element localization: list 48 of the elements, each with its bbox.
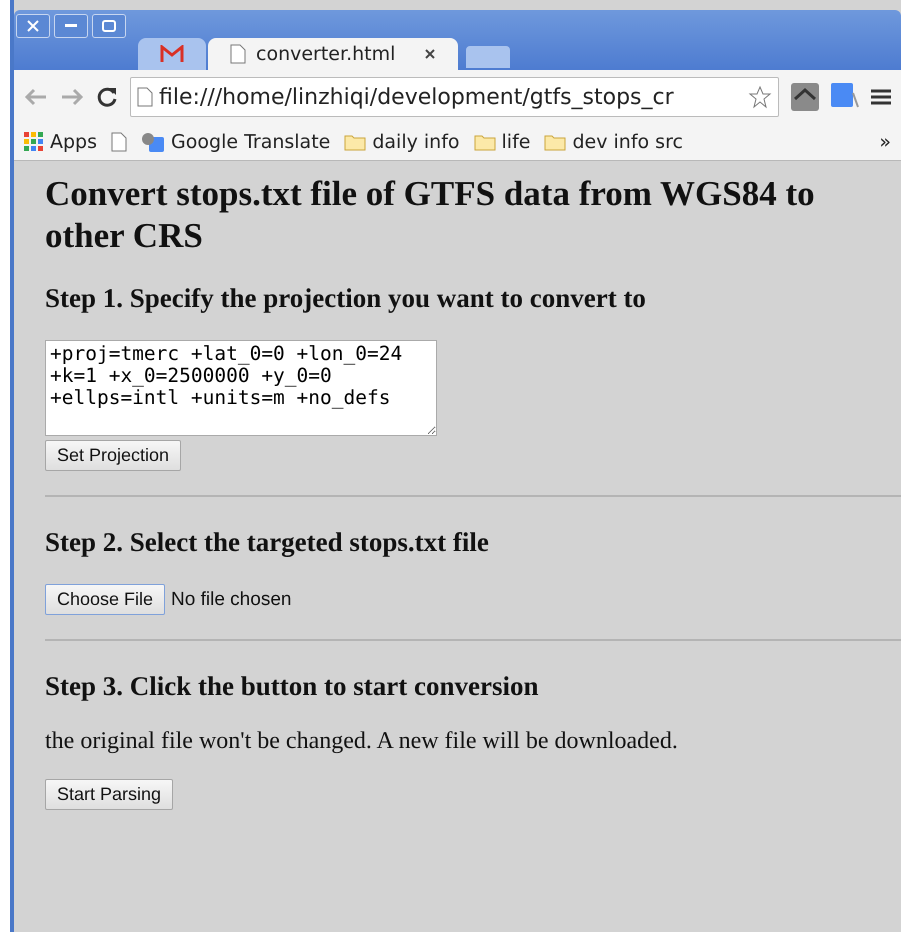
step-heading: Step 1. Specify the projection you want to convert to [45, 283, 647, 314]
bookmark-label: life [502, 131, 530, 153]
maximize-button[interactable] [92, 14, 126, 38]
extension-icon[interactable] [791, 83, 819, 111]
bookmark-item[interactable] [111, 132, 128, 152]
page-icon [111, 132, 128, 152]
choose-file-button[interactable]: Choose File [45, 584, 166, 615]
tab-title: converter.html [256, 43, 396, 65]
step-heading: Step 3. Click the button to start conversion [45, 671, 540, 702]
address-bar[interactable]: file:///home/linzhiqi/development/gtfs_stops_cr [130, 77, 779, 117]
bookmark-item[interactable]: dev info src [544, 131, 683, 153]
star-icon[interactable] [748, 85, 772, 109]
bookmark-item[interactable]: Apps [24, 131, 98, 153]
folder-icon [544, 133, 566, 151]
bookmark-item[interactable]: life [474, 131, 530, 153]
start-parsing-button[interactable]: Start Parsing [45, 779, 174, 810]
browser-tab[interactable]: converter.html [208, 38, 458, 70]
url-text: file:///home/linzhiqi/development/gtfs_stops_cr [159, 84, 675, 110]
set-projection-button[interactable]: Set Projection [45, 440, 182, 471]
apps-grid-icon [24, 132, 44, 152]
back-icon[interactable] [24, 87, 48, 107]
page-icon [230, 44, 246, 64]
note-text: the original file won't be changed. A new file will be downloaded. [45, 728, 679, 755]
close-button[interactable] [16, 14, 50, 38]
folder-icon [474, 133, 496, 151]
reload-icon[interactable] [96, 86, 118, 108]
page-icon [137, 87, 153, 107]
close-icon[interactable] [424, 48, 436, 60]
browser-tab[interactable] [138, 38, 206, 70]
maximize-icon [102, 20, 116, 32]
bookmark-label: Apps [50, 131, 98, 153]
mail-icon [160, 45, 184, 63]
minimize-button[interactable] [54, 14, 88, 38]
file-status: No file chosen [171, 588, 292, 610]
minimize-icon [65, 24, 77, 28]
bookmark-item[interactable]: Google Translate [141, 131, 330, 153]
page-title: Convert stops.txt file of GTFS data from WGS84 to other CRS [45, 173, 816, 257]
projection-field[interactable]: +proj=tmerc +lat_0=0 +lon_0=24 +k=1 +x_0=2500000 +y_0=0 +ellps=intl +units=m +no_defs [45, 340, 437, 436]
folder-icon [344, 133, 366, 151]
bookmark-item[interactable]: daily info [344, 131, 460, 153]
bookmark-label: daily info [372, 131, 460, 153]
menu-icon[interactable] [871, 88, 891, 106]
bookmark-label: Google Translate [171, 131, 330, 153]
more-bookmarks-button[interactable]: » [879, 131, 891, 153]
step-heading: Step 2. Select the targeted stops.txt file [45, 527, 490, 558]
forward-icon[interactable] [60, 87, 84, 107]
close-icon [27, 20, 39, 32]
bookmark-label: dev info src [572, 131, 683, 153]
